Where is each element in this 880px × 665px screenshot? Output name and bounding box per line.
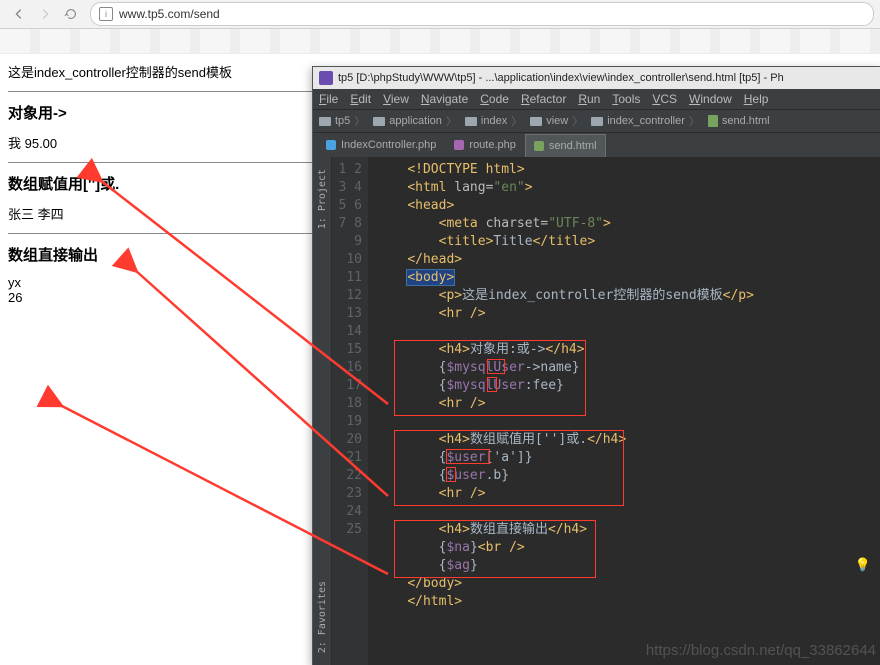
section-heading-direct: 数组直接输出 xyxy=(8,244,322,265)
section-heading-array: 数组赋值用['']或. xyxy=(8,173,322,194)
array-output: 张三 李四 xyxy=(8,204,322,223)
reload-button[interactable] xyxy=(60,3,82,25)
menu-file[interactable]: File xyxy=(319,92,338,106)
rendered-page: 这是index_controller控制器的send模板 对象用-> 我 95.… xyxy=(0,52,330,325)
direct-output-2: 26 xyxy=(8,290,322,305)
menu-tools[interactable]: Tools xyxy=(612,92,640,106)
phpstorm-icon xyxy=(319,71,333,85)
intention-bulb-icon[interactable]: 💡 xyxy=(855,557,871,575)
ide-editor-tabs: IndexController.phproute.phpsend.html xyxy=(313,133,880,157)
code-text[interactable]: <!DOCTYPE html> <html lang="en"> <head> … xyxy=(376,161,880,611)
menu-window[interactable]: Window xyxy=(689,92,732,106)
tab-IndexController-php[interactable]: IndexController.php xyxy=(317,133,445,157)
editor-code[interactable]: <!DOCTYPE html> <html lang="en"> <head> … xyxy=(368,157,880,665)
menu-vcs[interactable]: VCS xyxy=(652,92,677,106)
ide-tool-strip[interactable]: 1: Project 2: Favorites xyxy=(313,157,332,665)
menu-view[interactable]: View xyxy=(383,92,409,106)
watermark-text: https://blog.csdn.net/qq_33862644 xyxy=(646,642,876,659)
menu-navigate[interactable]: Navigate xyxy=(421,92,468,106)
breadcrumb-index[interactable]: index〉 xyxy=(465,113,526,129)
breadcrumb-index_controller[interactable]: index_controller〉 xyxy=(591,113,704,129)
ide-breadcrumbs[interactable]: tp5〉application〉index〉view〉index_control… xyxy=(313,109,880,133)
divider xyxy=(8,162,322,163)
breadcrumb-view[interactable]: view〉 xyxy=(530,113,587,129)
back-button[interactable] xyxy=(8,3,30,25)
menu-refactor[interactable]: Refactor xyxy=(521,92,566,106)
breadcrumb-tp5[interactable]: tp5〉 xyxy=(319,113,369,129)
browser-toolbar: i www.tp5.com/send xyxy=(0,0,880,29)
ide-menubar[interactable]: File Edit View Navigate Code Refactor Run Tools… xyxy=(313,89,880,109)
menu-run[interactable]: Run xyxy=(578,92,600,106)
divider xyxy=(8,91,322,92)
ide-titlebar[interactable]: tp5 [D:\phpStudy\WWW\tp5] - ...\applicat… xyxy=(313,67,880,89)
divider xyxy=(8,233,322,234)
ide-editor: 1: Project 2: Favorites 1 2 3 4 5 6 7 8 … xyxy=(313,157,880,665)
tool-window-project[interactable]: 1: Project xyxy=(315,163,330,235)
tool-window-favorites[interactable]: 2: Favorites xyxy=(315,575,330,659)
ide-title-text: tp5 [D:\phpStudy\WWW\tp5] - ...\applicat… xyxy=(338,72,784,84)
menu-code[interactable]: Code xyxy=(480,92,509,106)
site-info-icon[interactable]: i xyxy=(99,7,113,21)
section-heading-object: 对象用-> xyxy=(8,102,322,123)
tab-send-html[interactable]: send.html xyxy=(525,134,606,157)
address-bar[interactable]: i www.tp5.com/send xyxy=(90,2,874,26)
bookmark-bar-placeholder xyxy=(0,29,880,54)
url-text: www.tp5.com/send xyxy=(119,7,220,21)
breadcrumb-application[interactable]: application〉 xyxy=(373,113,461,129)
menu-edit[interactable]: Edit xyxy=(350,92,371,106)
tab-route-php[interactable]: route.php xyxy=(445,133,524,157)
breadcrumb-send-html[interactable]: send.html xyxy=(708,115,770,127)
editor-gutter: 1 2 3 4 5 6 7 8 9 10 11 12 13 14 15 16 1… xyxy=(332,157,368,665)
ide-window: tp5 [D:\phpStudy\WWW\tp5] - ...\applicat… xyxy=(312,66,880,665)
intro-text: 这是index_controller控制器的send模板 xyxy=(8,62,322,81)
object-output: 我 95.00 xyxy=(8,133,322,152)
forward-button[interactable] xyxy=(34,3,56,25)
direct-output-1: yx xyxy=(8,275,322,290)
menu-help[interactable]: Help xyxy=(744,92,769,106)
